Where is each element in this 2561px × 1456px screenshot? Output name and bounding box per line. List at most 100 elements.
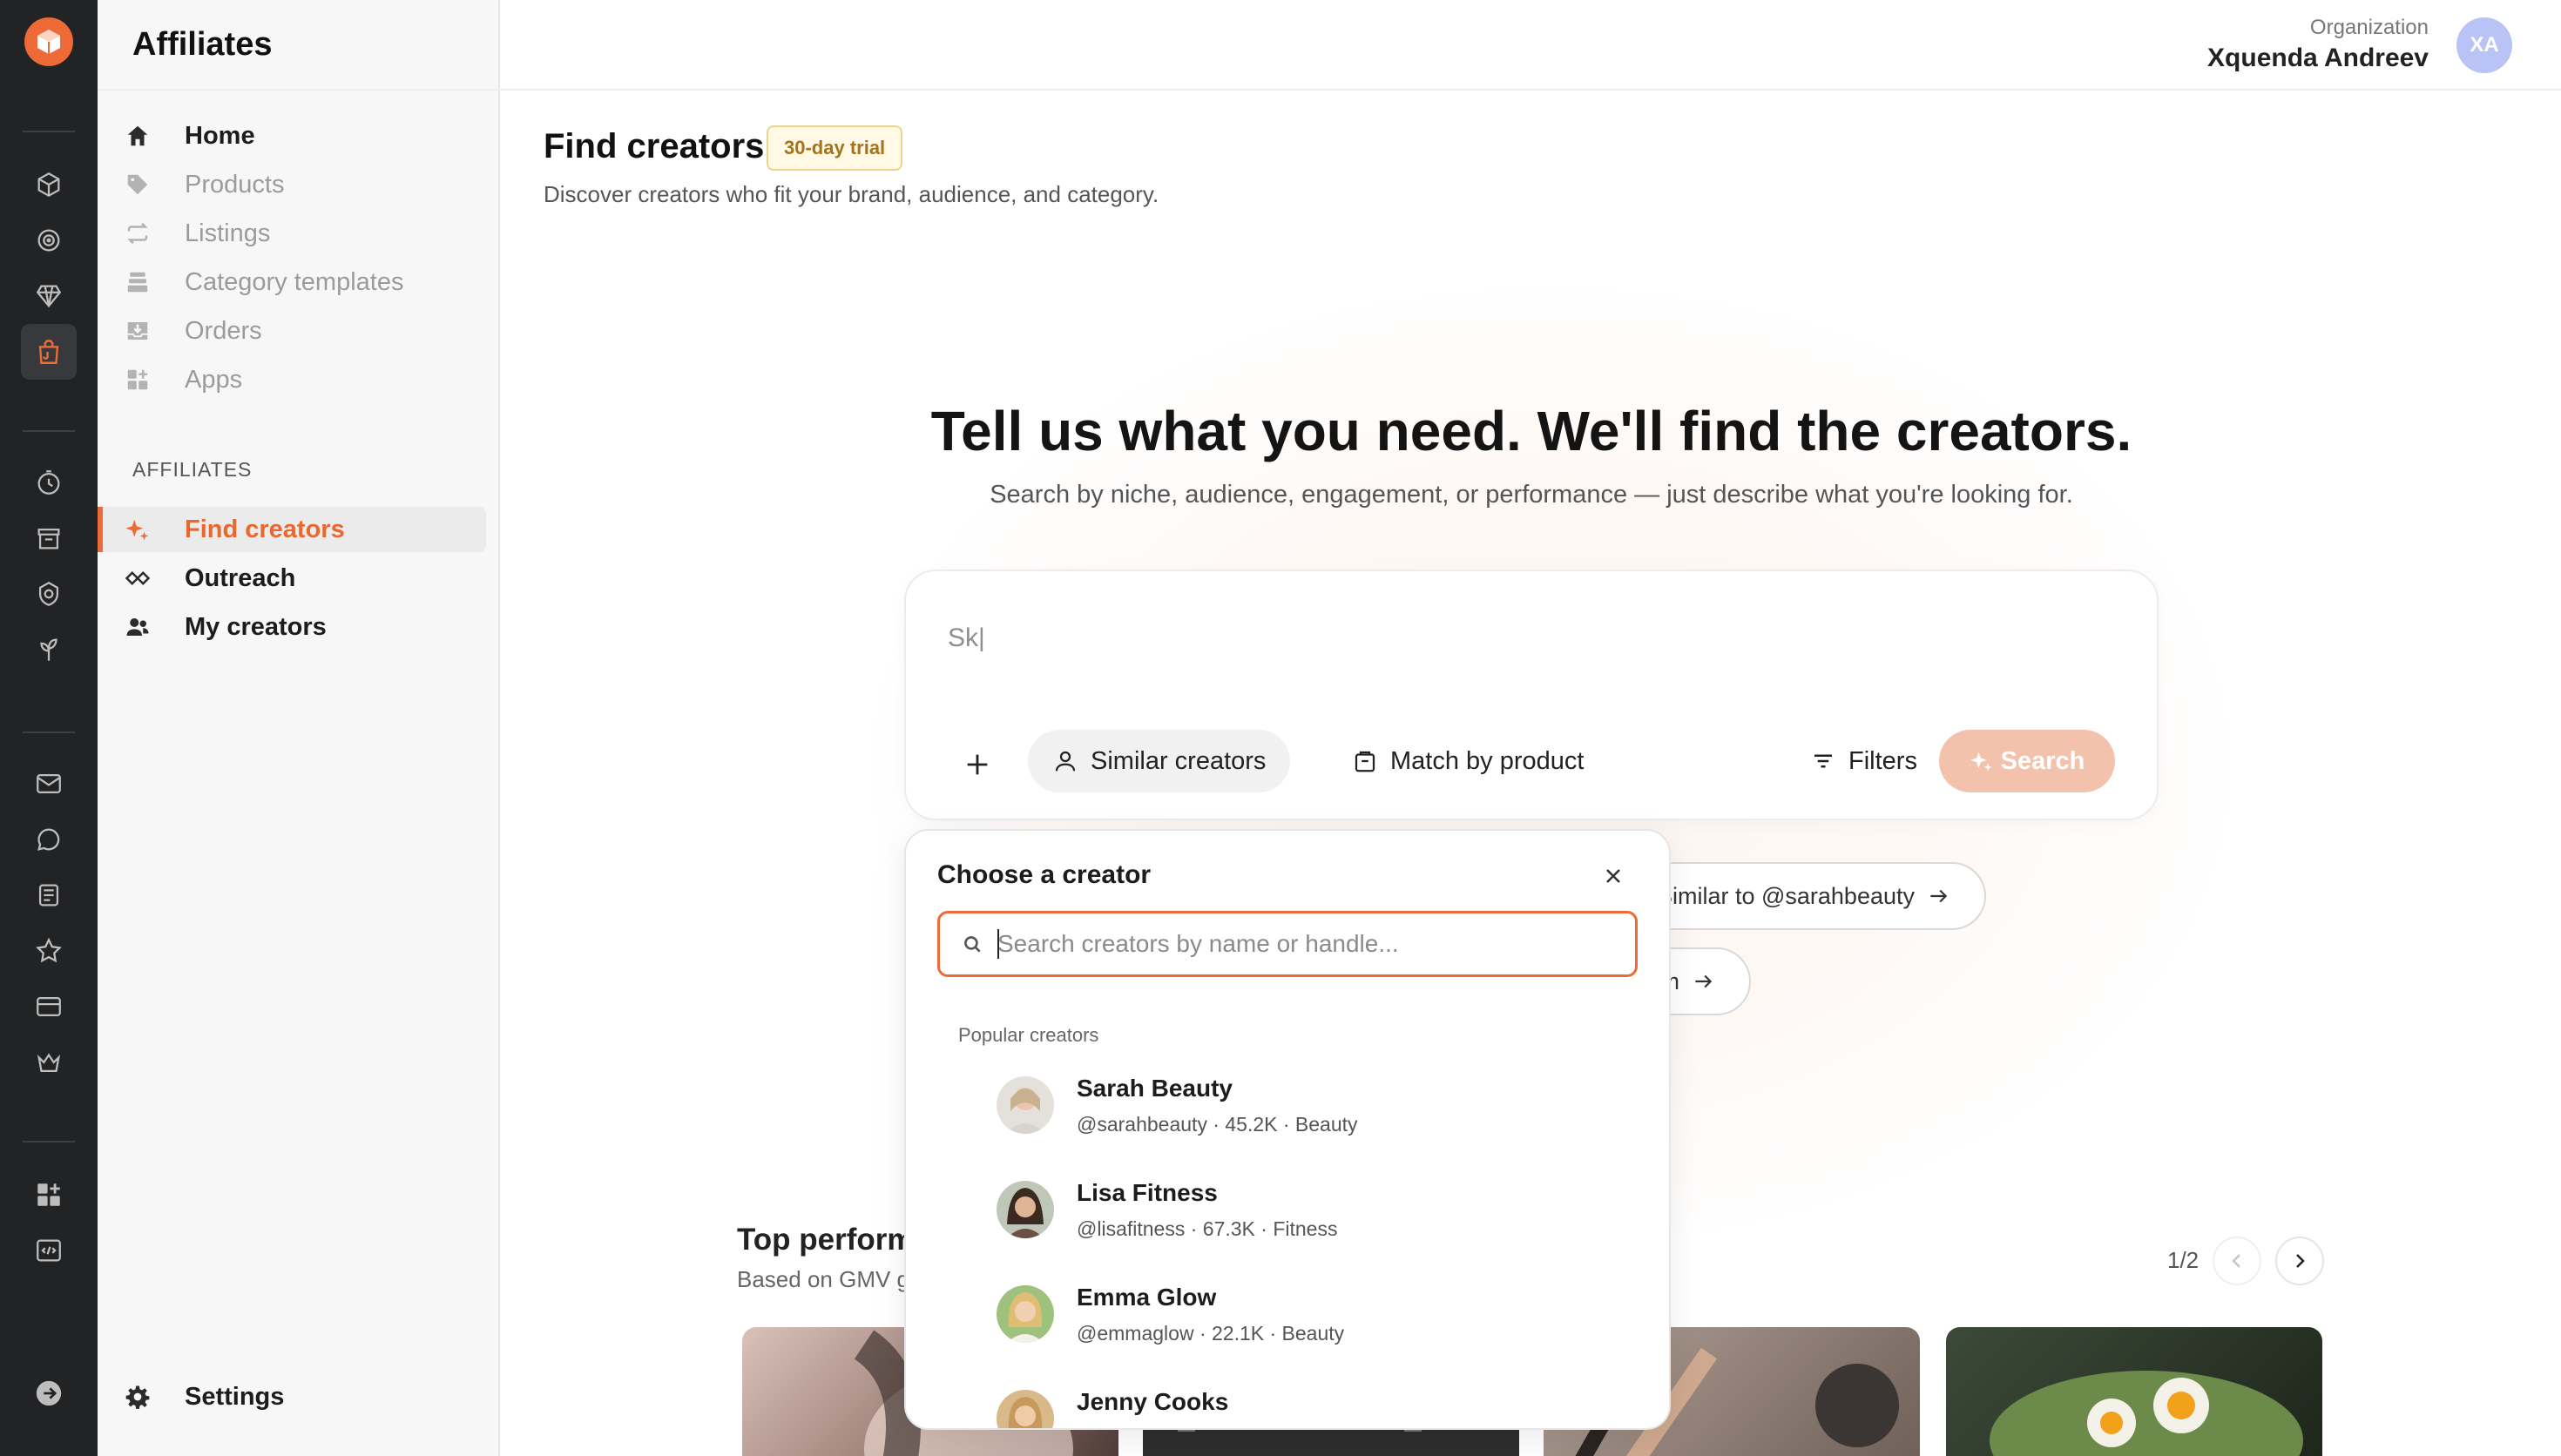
popular-creators-heading: Popular creators — [958, 1024, 1099, 1046]
rail-divider — [23, 731, 75, 733]
logout-icon[interactable] — [30, 1374, 68, 1412]
close-button[interactable] — [1598, 860, 1629, 892]
code-icon[interactable] — [30, 1231, 68, 1270]
app-rail — [0, 0, 98, 1456]
sparkle-icon — [124, 516, 152, 543]
inbox-icon — [124, 317, 152, 345]
shopping-bag-icon[interactable] — [21, 324, 77, 380]
creator-name: Jenny Cooks — [1077, 1388, 1229, 1415]
creator-search-input[interactable] — [997, 930, 1625, 958]
sidebar-item-settings[interactable]: Settings — [98, 1374, 486, 1419]
sidebar-item-label: Home — [185, 121, 255, 150]
sidebar-item-home[interactable]: Home — [98, 113, 486, 158]
close-icon — [1606, 869, 1620, 883]
rail-divider — [23, 1141, 75, 1143]
filter-icon — [1814, 754, 1832, 768]
search-card: Sk| Similar creators Match by product Fi… — [904, 570, 2159, 820]
sidebar-item-label: Find creators — [185, 515, 345, 543]
org-name[interactable]: Xquenda Andreev — [2207, 44, 2429, 73]
sidebar-item-orders[interactable]: Orders — [98, 308, 486, 354]
sidebar-item-label: Listings — [185, 219, 271, 247]
creator-meta: @emmaglow · 22.1K · Beauty — [1077, 1322, 1345, 1345]
box-icon[interactable] — [30, 165, 68, 204]
sidebar-item-label: Outreach — [185, 563, 296, 592]
choose-creator-popover: Choose a creator Popular creators Sarah … — [904, 829, 1671, 1430]
mail-icon[interactable] — [30, 765, 68, 803]
pager-prev-button[interactable] — [2213, 1237, 2261, 1285]
apps-add-icon[interactable] — [30, 1176, 68, 1214]
rail-divider — [23, 131, 75, 132]
users-icon — [124, 613, 152, 641]
chip-label: Similar creators — [1091, 746, 1267, 775]
section-subtitle: Based on GMV g — [737, 1266, 909, 1292]
creator-list-item[interactable]: Sarah Beauty @sarahbeauty · 45.2K · Beau… — [937, 1062, 1641, 1158]
sidebar-divider — [98, 89, 500, 91]
sidebar-item-label: Category templates — [185, 267, 404, 296]
document-icon[interactable] — [30, 876, 68, 914]
filters-button[interactable]: Filters — [1786, 730, 1942, 792]
plus-icon — [967, 754, 988, 775]
sidebar-item-category-templates[interactable]: Category templates — [98, 260, 486, 305]
avatar — [997, 1076, 1054, 1134]
clock-icon[interactable] — [30, 463, 68, 502]
avatar[interactable]: XA — [2456, 17, 2512, 73]
avatar — [997, 1181, 1054, 1238]
sidebar-item-label: Orders — [185, 316, 262, 345]
star-icon[interactable] — [30, 932, 68, 970]
plant-icon[interactable] — [30, 630, 68, 669]
product-box-icon — [1355, 751, 1375, 772]
tag-icon — [124, 171, 152, 199]
sidebar-item-listings[interactable]: Listings — [98, 211, 486, 256]
card-icon[interactable] — [30, 988, 68, 1026]
sidebar-item-products[interactable]: Products — [98, 162, 486, 207]
popover-title: Choose a creator — [937, 860, 1152, 889]
similar-creators-chip[interactable]: Similar creators — [1028, 730, 1291, 792]
app-title: Affiliates — [132, 26, 273, 63]
suggestion-label: Similar to @sarahbeauty — [1656, 882, 1915, 909]
page-subtitle: Discover creators who fit your brand, au… — [544, 181, 1159, 207]
creator-search-field[interactable] — [937, 911, 1638, 977]
search-button[interactable]: Search — [1939, 730, 2115, 792]
trial-badge: 30-day trial — [767, 125, 903, 171]
chevron-left-icon — [2232, 1254, 2240, 1268]
sparkle-icon — [1970, 752, 1992, 772]
org-label: Organization — [2309, 16, 2429, 39]
page-title: Find creators — [544, 127, 765, 165]
gear-icon — [124, 1383, 152, 1411]
add-attachment-button[interactable] — [958, 745, 997, 784]
creator-name: Lisa Fitness — [1077, 1179, 1218, 1206]
section-label-affiliates: AFFILIATES — [132, 458, 253, 481]
food-photo-icon — [1990, 1371, 2303, 1456]
sidebar-item-label: My creators — [185, 612, 327, 641]
sidebar-item-apps[interactable]: Apps — [98, 357, 486, 402]
match-by-product-chip[interactable]: Match by product — [1328, 730, 1608, 792]
section-title: Top perform — [737, 1223, 915, 1257]
pager-next-button[interactable] — [2275, 1237, 2324, 1285]
creator-list-item[interactable]: Emma Glow @emmaglow · 22.1K · Beauty — [937, 1271, 1641, 1367]
creator-card-image[interactable] — [1946, 1327, 2322, 1456]
creator-meta: @sarahbeauty · 45.2K · Beauty — [1077, 1113, 1358, 1136]
chevron-right-icon — [2296, 1254, 2305, 1268]
shield-icon[interactable] — [30, 575, 68, 613]
sidebar-item-find-creators[interactable]: Find creators — [98, 507, 486, 552]
hero-title: Tell us what you need. We'll find the cr… — [930, 400, 2132, 462]
target-icon[interactable] — [30, 221, 68, 260]
handshake-icon — [124, 564, 152, 592]
creator-meta: @lisafitness · 67.3K · Fitness — [1077, 1217, 1338, 1240]
sidebar-item-my-creators[interactable]: My creators — [98, 604, 486, 650]
home-icon — [124, 122, 152, 150]
user-icon — [1055, 751, 1076, 772]
search-button-label: Search — [2000, 746, 2085, 775]
creator-list-item[interactable]: Jenny Cooks — [937, 1376, 1641, 1428]
search-input[interactable]: Sk| — [948, 624, 985, 653]
app-logo-icon[interactable] — [24, 17, 73, 66]
creator-list-item[interactable]: Lisa Fitness @lisafitness · 67.3K · Fitn… — [937, 1167, 1641, 1263]
crown-icon[interactable] — [30, 1043, 68, 1082]
sidebar-item-outreach[interactable]: Outreach — [98, 556, 486, 601]
layers-icon — [124, 268, 152, 296]
gem-icon[interactable] — [30, 277, 68, 315]
chip-label: Match by product — [1390, 746, 1585, 775]
repeat-icon — [124, 219, 152, 247]
chat-icon[interactable] — [30, 820, 68, 859]
archive-icon[interactable] — [30, 519, 68, 557]
